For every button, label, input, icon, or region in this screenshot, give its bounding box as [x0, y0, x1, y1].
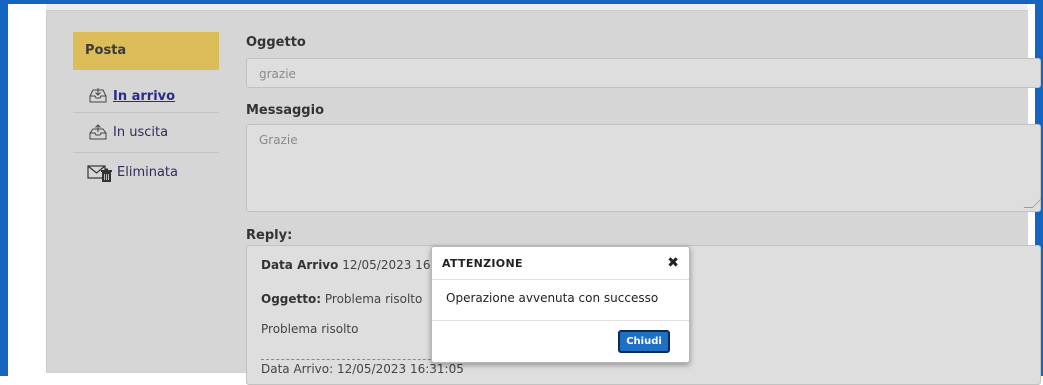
outbox-icon [87, 123, 111, 142]
reply-body: Problema risolto [261, 322, 359, 336]
close-button[interactable]: Chiudi [618, 330, 670, 353]
dialog-title: ATTENZIONE [442, 257, 523, 270]
sidebar-item-label: In uscita [113, 125, 169, 140]
reply-footer-line: Data Arrivo: 12/05/2023 16:31:05 [261, 362, 464, 376]
subject-label: Oggetto [246, 35, 306, 50]
dialog-footer: Chiudi [432, 320, 689, 364]
reply-divider [261, 359, 441, 360]
reply-subject-line: Oggetto: Problema risolto [261, 292, 422, 306]
trash-mail-icon [87, 164, 115, 182]
resize-handle[interactable] [1023, 199, 1042, 208]
reply-label: Reply: [246, 228, 293, 243]
reply-subject-label: Oggetto: [261, 292, 322, 306]
sidebar-item-label: Eliminata [117, 165, 178, 180]
sidebar-item-in-arrivo[interactable]: In arrivo [73, 76, 219, 116]
reply-date-label: Data Arrivo [261, 258, 339, 272]
close-icon[interactable]: ✖ [667, 255, 679, 271]
reply-date-value: 12/05/2023 16 [342, 258, 431, 272]
message-value: Grazie [259, 133, 298, 147]
inbox-icon [87, 87, 111, 105]
sidebar-item-in-uscita[interactable]: In uscita [73, 112, 219, 152]
dialog-message: Operazione avvenuta con successo [446, 291, 659, 305]
message-field[interactable]: Grazie [246, 124, 1042, 212]
alert-dialog: ATTENZIONE ✖ Operazione avvenuta con suc… [431, 246, 690, 363]
subject-value: grazie [259, 67, 296, 81]
reply-subject-value: Problema risolto [324, 292, 423, 306]
sidebar-header: Posta [73, 32, 219, 70]
subject-field[interactable]: grazie [246, 58, 1041, 88]
sidebar-item-eliminata[interactable]: Eliminata [73, 152, 219, 192]
reply-date-line: Data Arrivo 12/05/2023 16 [261, 258, 430, 272]
message-label: Messaggio [246, 103, 324, 118]
sidebar-item-label: In arrivo [113, 88, 176, 104]
dialog-header: ATTENZIONE ✖ [432, 247, 689, 280]
